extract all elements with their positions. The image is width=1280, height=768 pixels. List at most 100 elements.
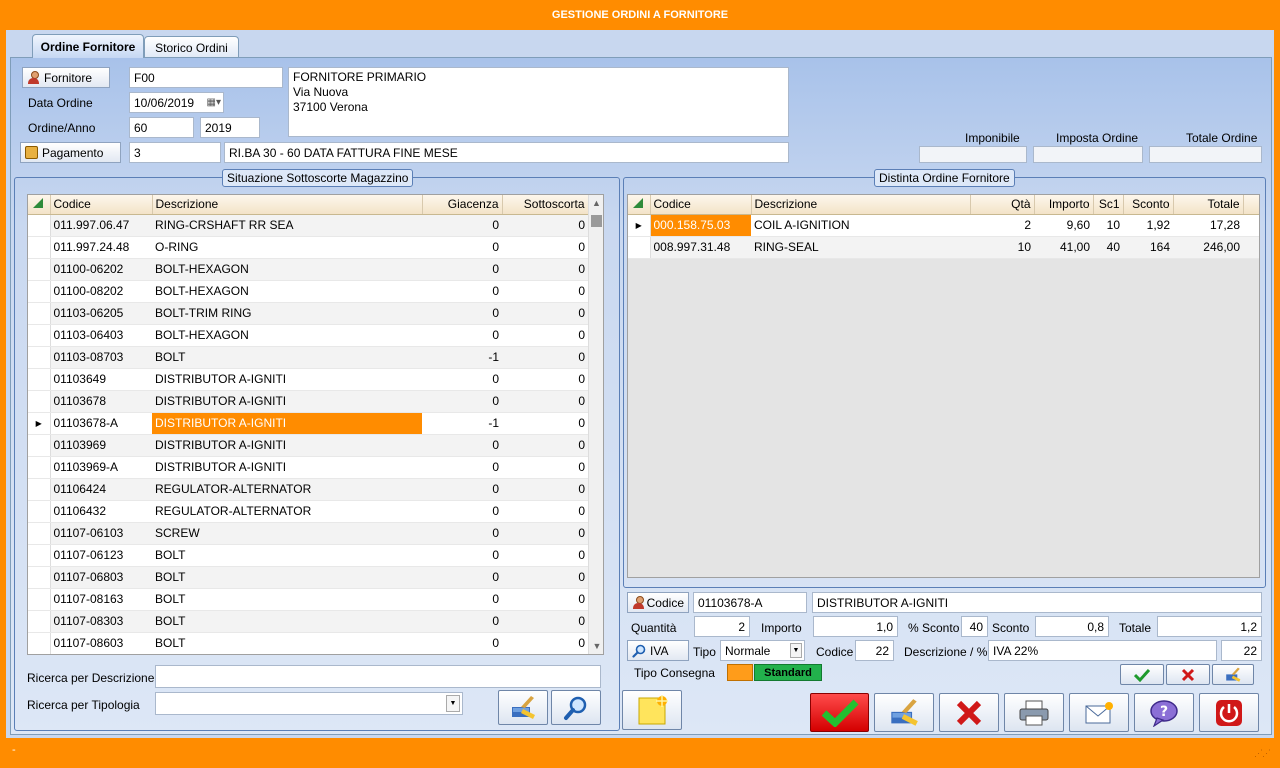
confirm-line-button[interactable] <box>1120 664 1164 685</box>
scroll-down-icon[interactable]: ▼ <box>589 638 603 654</box>
row-header[interactable] <box>28 544 51 567</box>
col-descrizione[interactable]: Descrizione <box>751 195 971 215</box>
row-header[interactable]: ▶ <box>628 214 651 237</box>
row-header[interactable] <box>28 434 51 457</box>
table-row[interactable]: 01107-08163 BOLT 0 0 <box>28 588 588 611</box>
row-header[interactable] <box>28 324 51 347</box>
table-row[interactable]: 011.997.24.48 O-RING 0 0 <box>28 236 588 259</box>
row-header[interactable] <box>28 610 51 633</box>
clear-search-button[interactable] <box>498 690 548 725</box>
col-sc1[interactable]: Sc1 <box>1093 195 1124 215</box>
table-row[interactable]: 01107-06803 BOLT 0 0 <box>28 566 588 589</box>
table-row[interactable]: 01103649 DISTRIBUTOR A-IGNITI 0 0 <box>28 368 588 391</box>
exit-button[interactable] <box>1199 693 1259 732</box>
table-row[interactable]: 01103969 DISTRIBUTOR A-IGNITI 0 0 <box>28 434 588 457</box>
fornitore-code-input[interactable]: F00 <box>129 67 283 88</box>
help-button[interactable]: ? <box>1134 693 1194 732</box>
sconto-input[interactable]: 0,8 <box>1035 616 1109 637</box>
table-row[interactable]: 01107-08303 BOLT 0 0 <box>28 610 588 633</box>
pagamento-code-input[interactable]: 3 <box>129 142 221 163</box>
search-button[interactable] <box>551 690 601 725</box>
row-header[interactable] <box>28 368 51 391</box>
quantita-input[interactable]: 2 <box>694 616 750 637</box>
table-row[interactable]: 01106432 REGULATOR-ALTERNATOR 0 0 <box>28 500 588 523</box>
row-header[interactable] <box>28 280 51 303</box>
table-row[interactable]: 01100-06202 BOLT-HEXAGON 0 0 <box>28 258 588 281</box>
print-button[interactable] <box>1004 693 1064 732</box>
row-header[interactable] <box>28 566 51 589</box>
row-header[interactable] <box>28 346 51 369</box>
iva-button[interactable]: IVA <box>627 640 689 661</box>
row-header[interactable] <box>28 302 51 325</box>
table-row[interactable]: 008.997.31.48 RING-SEAL 10 41,00 40 164 246,00 <box>628 236 1259 259</box>
col-giacenza[interactable]: Giacenza <box>422 195 503 215</box>
col-sconto[interactable]: Sconto <box>1123 195 1174 215</box>
ordine-number-input[interactable]: 60 <box>129 117 194 138</box>
tab-storico-ordini[interactable]: Storico Ordini <box>144 36 239 58</box>
tab-ordine-fornitore[interactable]: Ordine Fornitore <box>32 34 144 58</box>
row-header[interactable] <box>28 588 51 611</box>
row-header[interactable] <box>28 522 51 545</box>
col-totale[interactable]: Totale <box>1173 195 1244 215</box>
cell-giacenza: 0 <box>422 214 502 237</box>
col-descrizione[interactable]: Descrizione <box>152 195 423 215</box>
importo-input[interactable]: 1,0 <box>813 616 898 637</box>
psconto-input[interactable]: 40 <box>961 616 988 637</box>
table-row[interactable]: 01106424 REGULATOR-ALTERNATOR 0 0 <box>28 478 588 501</box>
row-header[interactable] <box>28 500 51 523</box>
col-importo[interactable]: Importo <box>1034 195 1094 215</box>
detail-codice-input[interactable]: 01103678-A <box>693 592 807 613</box>
new-note-button[interactable] <box>622 690 682 730</box>
table-row[interactable]: 01103-06205 BOLT-TRIM RING 0 0 <box>28 302 588 325</box>
table-row[interactable]: 01107-08603 BOLT 0 0 <box>28 632 588 654</box>
dropdown-arrow-icon[interactable]: ▼ <box>446 695 460 712</box>
row-header[interactable] <box>28 478 51 501</box>
row-header[interactable] <box>28 632 51 654</box>
scroll-thumb[interactable] <box>591 215 602 227</box>
resize-grip-icon[interactable]: ⋰⋰ <box>1254 748 1271 759</box>
fornitore-button[interactable]: Fornitore <box>22 67 110 88</box>
printer-icon <box>1019 700 1049 725</box>
row-header[interactable] <box>628 236 651 259</box>
table-row[interactable]: ▶ 01103678-A DISTRIBUTOR A-IGNITI -1 0 <box>28 412 588 435</box>
cancel-line-button[interactable] <box>1166 664 1210 685</box>
clear-line-button[interactable] <box>1212 664 1254 685</box>
codice-button[interactable]: Codice <box>627 592 689 613</box>
row-header[interactable] <box>28 456 51 479</box>
table-row[interactable]: 01100-08202 BOLT-HEXAGON 0 0 <box>28 280 588 303</box>
email-button[interactable] <box>1069 693 1129 732</box>
row-header[interactable]: ▶ <box>28 412 51 435</box>
iva-codice-input[interactable]: 22 <box>855 640 894 661</box>
col-qta[interactable]: Qtà <box>970 195 1035 215</box>
row-header[interactable] <box>28 258 51 281</box>
pagamento-button[interactable]: Pagamento <box>20 142 121 163</box>
search-desc-input[interactable] <box>155 665 601 688</box>
consegna-color-swatch[interactable] <box>727 664 753 681</box>
calendar-icon[interactable]: ▦▾ <box>207 97 221 108</box>
table-row[interactable]: 01103-06403 BOLT-HEXAGON 0 0 <box>28 324 588 347</box>
table-row[interactable]: 01107-06103 SCREW 0 0 <box>28 522 588 545</box>
table-row[interactable]: 01103-08703 BOLT -1 0 <box>28 346 588 369</box>
table-row[interactable]: 011.997.06.47 RING-CRSHAFT RR SEA 0 0 <box>28 214 588 237</box>
col-codice[interactable]: Codice <box>50 195 153 215</box>
dropdown-arrow-icon[interactable]: ▼ <box>790 643 802 658</box>
data-ordine-input[interactable]: 10/06/2019 ▦▾ <box>129 92 224 113</box>
table-row[interactable]: 01103678 DISTRIBUTOR A-IGNITI 0 0 <box>28 390 588 413</box>
ordine-year-input[interactable]: 2019 <box>200 117 260 138</box>
scroll-up-icon[interactable]: ▲ <box>589 195 603 211</box>
stock-scrollbar[interactable]: ▲ ▼ <box>588 195 603 654</box>
table-row[interactable]: ▶ 000.158.75.03 COIL A-IGNITION 2 9,60 10 1,92… <box>628 214 1259 237</box>
table-row[interactable]: 01103969-A DISTRIBUTOR A-IGNITI 0 0 <box>28 456 588 479</box>
table-row[interactable]: 01107-06123 BOLT 0 0 <box>28 544 588 567</box>
row-header[interactable] <box>28 214 51 237</box>
save-order-button[interactable] <box>810 693 869 732</box>
tipo-select[interactable]: Normale ▼ <box>720 640 805 661</box>
cancel-order-button[interactable] <box>939 693 999 732</box>
search-type-select[interactable]: ▼ <box>155 692 463 715</box>
clear-order-button[interactable] <box>874 693 934 732</box>
col-codice[interactable]: Codice <box>650 195 752 215</box>
row-header[interactable] <box>28 390 51 413</box>
consegna-standard-badge[interactable]: Standard <box>754 664 822 681</box>
row-header[interactable] <box>28 236 51 259</box>
col-sottoscorta[interactable]: Sottoscorta <box>502 195 589 215</box>
